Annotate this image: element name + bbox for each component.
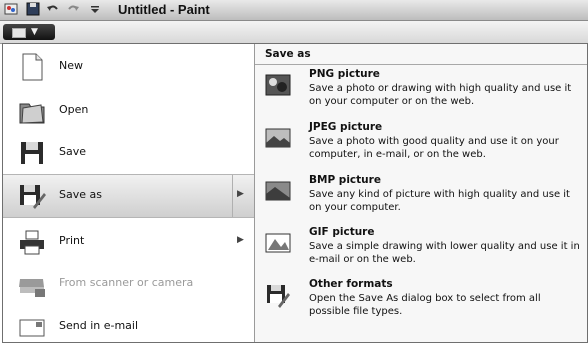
option-title: BMP picture — [309, 174, 381, 186]
save-as-icon — [20, 185, 46, 209]
menu-item-label: Open — [59, 103, 89, 116]
menu-item-scanner: From scanner or camera — [3, 263, 254, 305]
gif-icon — [265, 233, 291, 253]
window-title: Untitled - Paint — [118, 2, 210, 17]
other-formats-icon — [267, 285, 290, 308]
submenu-divider — [232, 175, 233, 217]
menu-item-new[interactable]: New — [3, 46, 254, 88]
submenu-header: Save as — [255, 44, 587, 65]
option-title: GIF picture — [309, 226, 375, 238]
paint-app-icon[interactable] — [4, 2, 18, 16]
menu-item-label: Send in e-mail — [59, 319, 139, 332]
open-folder-icon — [19, 103, 45, 124]
printer-icon — [20, 230, 44, 255]
menu-item-label: New — [59, 59, 83, 72]
menu-item-save[interactable]: Save — [3, 132, 254, 174]
save-option-png[interactable]: PNG picture Save a photo or drawing with… — [255, 66, 587, 118]
title-bar: Untitled - Paint — [0, 0, 588, 21]
jpeg-icon — [265, 128, 291, 148]
scanner-icon — [19, 279, 45, 297]
undo-icon[interactable] — [46, 2, 60, 16]
menu-item-label: From scanner or camera — [59, 276, 194, 289]
paint-menu-button[interactable]: ▼ — [3, 24, 55, 40]
png-icon — [265, 74, 291, 96]
redo-icon[interactable] — [66, 2, 80, 16]
option-description: Save a photo or drawing with high qualit… — [309, 83, 572, 107]
bmp-icon — [265, 181, 291, 201]
submenu-arrow-icon[interactable]: ▶ — [237, 189, 244, 199]
save-disk-icon — [21, 142, 43, 164]
option-description: Open the Save As dialog box to select fr… — [309, 293, 541, 317]
menu-icon — [12, 28, 26, 38]
menu-item-send-email[interactable]: Send in e-mail — [3, 306, 254, 348]
application-menu: New Open Save Save as ▶ Print ▶ From sca… — [2, 43, 588, 343]
save-option-jpeg[interactable]: JPEG picture Save a photo with good qual… — [255, 119, 587, 171]
option-description: Save a simple drawing with lower quality… — [309, 241, 580, 265]
customize-qat-icon[interactable] — [88, 2, 102, 16]
menu-item-label: Print — [59, 234, 85, 247]
save-as-submenu: Save as PNG picture Save a photo or draw… — [255, 44, 587, 342]
save-option-bmp[interactable]: BMP picture Save any kind of picture wit… — [255, 172, 587, 224]
email-icon — [19, 319, 45, 337]
save-option-gif[interactable]: GIF picture Save a simple drawing with l… — [255, 224, 587, 276]
menu-item-print[interactable]: Print ▶ — [3, 221, 254, 263]
submenu-arrow-icon[interactable]: ▶ — [237, 235, 244, 245]
save-option-other-formats[interactable]: Other formats Open the Save As dialog bo… — [255, 276, 587, 328]
option-title: JPEG picture — [309, 121, 383, 133]
save-icon[interactable] — [26, 2, 40, 16]
option-description: Save any kind of picture with high quali… — [309, 189, 570, 213]
option-description: Save a photo with good quality and use i… — [309, 136, 559, 160]
chevron-down-icon: ▼ — [31, 27, 38, 37]
menu-item-label: Save as — [59, 188, 102, 201]
new-document-icon — [22, 53, 43, 81]
menu-commands: New Open Save Save as ▶ Print ▶ From sca… — [3, 44, 255, 342]
option-title: Other formats — [309, 278, 393, 290]
menu-item-label: Save — [59, 145, 87, 158]
menu-item-open[interactable]: Open — [3, 90, 254, 132]
option-title: PNG picture — [309, 68, 380, 80]
submenu-title: Save as — [265, 48, 311, 60]
ribbon-bar — [0, 21, 588, 44]
menu-item-save-as[interactable]: Save as ▶ — [3, 174, 254, 218]
